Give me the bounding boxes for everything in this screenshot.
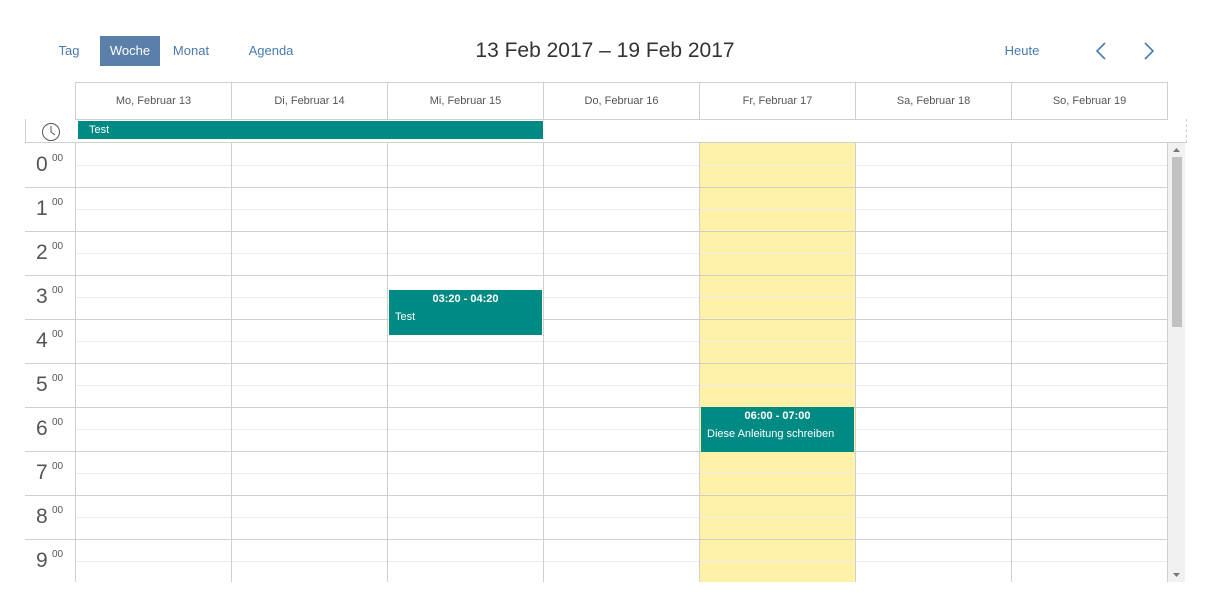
day-header[interactable]: Do, Februar 16 — [543, 83, 699, 119]
day-header[interactable]: So, Februar 19 — [1011, 83, 1168, 119]
view-tab-month[interactable]: Monat — [168, 36, 214, 66]
allday-row: Test — [25, 119, 1187, 143]
hour-number: 3 — [36, 285, 48, 308]
day-header[interactable]: Mo, Februar 13 — [75, 83, 231, 119]
hour-number: 9 — [36, 549, 48, 572]
hour-label: 9 00 — [35, 539, 75, 582]
hour-number: 4 — [36, 329, 48, 352]
event-title: Diese Anleitung schreiben — [707, 428, 835, 440]
day-column-divider — [1011, 143, 1012, 582]
hour-minutes: 00 — [52, 373, 64, 384]
hour-gridline — [25, 363, 1168, 364]
event-time: 03:20 - 04:20 — [432, 293, 499, 305]
day-header[interactable]: Mi, Februar 15 — [387, 83, 543, 119]
hour-minutes: 00 — [52, 505, 64, 516]
hour-gridline — [25, 319, 1168, 320]
hour-gridline — [25, 451, 1168, 452]
chevron-left-icon — [1095, 42, 1106, 60]
hour-number: 6 — [36, 417, 48, 440]
hour-minutes: 00 — [52, 417, 64, 428]
half-hour-gridline — [75, 341, 1168, 342]
day-column-divider — [387, 143, 388, 582]
view-tab-agenda[interactable]: Agenda — [244, 36, 298, 66]
hour-minutes: 00 — [52, 461, 64, 472]
chevron-right-icon — [1144, 42, 1155, 60]
half-hour-gridline — [75, 297, 1168, 298]
hour-number: 8 — [36, 505, 48, 528]
hour-label: 6 00 — [35, 407, 75, 451]
day-header[interactable]: Fr, Februar 17 — [699, 83, 855, 119]
day-column-divider — [699, 143, 700, 582]
hour-label: 5 00 — [35, 363, 75, 407]
scroll-thumb[interactable] — [1172, 157, 1182, 327]
hour-gridline — [25, 231, 1168, 232]
hour-label: 0 00 — [35, 143, 75, 187]
day-header[interactable]: Di, Februar 14 — [231, 83, 387, 119]
hour-label: 1 00 — [35, 187, 75, 231]
half-hour-gridline — [75, 429, 1168, 430]
hour-gridline — [25, 539, 1168, 540]
half-hour-gridline — [75, 561, 1168, 562]
half-hour-gridline — [75, 473, 1168, 474]
hour-minutes: 00 — [52, 329, 64, 340]
time-gutter: 0 00 1 00 2 00 3 00 4 00 5 00 6 00 7 00 8 00 9 00 — [25, 143, 75, 582]
allday-event[interactable]: Test — [78, 121, 543, 139]
day-column-divider — [231, 143, 232, 582]
event-title: Test — [395, 311, 416, 323]
hour-label: 4 00 — [35, 319, 75, 363]
hour-gridline — [25, 275, 1168, 276]
half-hour-gridline — [75, 253, 1168, 254]
date-range-title: 13 Feb 2017 – 19 Feb 2017 — [475, 39, 735, 62]
day-header[interactable]: Sa, Februar 18 — [855, 83, 1011, 119]
hour-number: 2 — [36, 241, 48, 264]
hour-gridline — [25, 407, 1168, 408]
hour-number: 7 — [36, 461, 48, 484]
day-header-row: Mo, Februar 13 Di, Februar 14 Mi, Februa… — [75, 82, 1168, 120]
view-tab-day[interactable]: Tag — [53, 36, 85, 66]
scroll-down-arrow-icon[interactable] — [1168, 568, 1185, 582]
hour-label: 3 00 — [35, 275, 75, 319]
scroll-up-arrow-icon[interactable] — [1168, 143, 1185, 157]
day-column-divider — [855, 143, 856, 582]
view-tab-week[interactable]: Woche — [100, 36, 160, 66]
hour-number: 1 — [36, 197, 48, 220]
hour-minutes: 00 — [52, 153, 64, 164]
time-grid: 0 00 1 00 2 00 3 00 4 00 5 00 6 00 7 00 8 00 9 00 03:20 - 0… — [25, 143, 1185, 582]
hour-label: 8 00 — [35, 495, 75, 539]
hour-number: 0 — [36, 153, 48, 176]
next-week-button[interactable] — [1136, 38, 1162, 64]
hour-number: 5 — [36, 373, 48, 396]
calendar-event[interactable]: 03:20 - 04:20 Test — [389, 290, 542, 335]
hour-minutes: 00 — [52, 285, 64, 296]
event-time: 06:00 - 07:00 — [744, 410, 811, 422]
day-column-divider — [543, 143, 544, 582]
calendar-event[interactable]: 06:00 - 07:00 Diese Anleitung schreiben — [701, 407, 854, 452]
hour-label: 7 00 — [35, 451, 75, 495]
today-button[interactable]: Heute — [996, 36, 1048, 66]
half-hour-gridline — [75, 209, 1168, 210]
hour-minutes: 00 — [52, 241, 64, 252]
hour-gridline — [25, 187, 1168, 188]
prev-week-button[interactable] — [1089, 38, 1115, 64]
half-hour-gridline — [75, 517, 1168, 518]
calendar-toolbar: Tag Woche Monat Agenda 13 Feb 2017 – 19 … — [0, 0, 1216, 82]
hour-minutes: 00 — [52, 197, 64, 208]
half-hour-gridline — [75, 385, 1168, 386]
hour-gridline — [25, 495, 1168, 496]
clock-icon — [42, 123, 60, 141]
hour-label: 2 00 — [35, 231, 75, 275]
hour-minutes: 00 — [52, 549, 64, 560]
half-hour-gridline — [75, 165, 1168, 166]
vertical-scrollbar[interactable] — [1168, 143, 1185, 582]
day-column-divider — [75, 143, 76, 582]
